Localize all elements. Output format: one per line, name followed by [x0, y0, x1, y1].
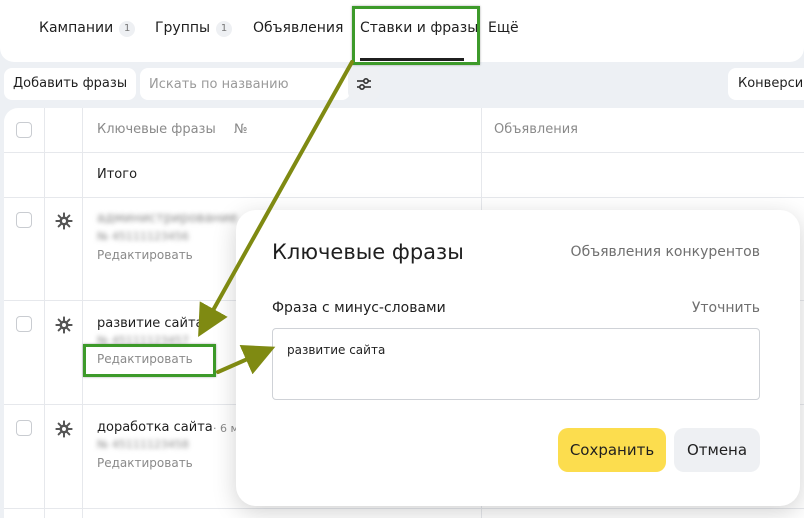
phrase-textarea[interactable]: развитие сайта — [272, 328, 760, 400]
refine-link[interactable]: Уточнить — [692, 300, 760, 316]
row-divider — [4, 152, 804, 153]
column-header-phrases[interactable]: Ключевые фразы — [97, 122, 216, 137]
tab-more[interactable]: Ещё — [488, 20, 519, 36]
save-button[interactable]: Сохранить — [558, 428, 666, 472]
highlight-box-tab — [352, 6, 480, 65]
conversions-button[interactable]: Конверсии — [728, 68, 804, 100]
row-checkbox[interactable] — [16, 212, 32, 228]
column-header-number[interactable]: № — [234, 122, 248, 137]
cancel-button[interactable]: Отмена — [674, 428, 760, 472]
tab-ads[interactable]: Объявления — [253, 20, 343, 36]
tab-count-badge: 1 — [119, 21, 136, 37]
phrase-number: № 45111123458 — [97, 438, 189, 451]
phrase-text: доработка сайта — [97, 420, 213, 435]
row-divider — [4, 508, 804, 509]
phrase-text: развитие сайта — [97, 316, 204, 331]
gear-icon[interactable] — [55, 212, 73, 230]
filter-settings-button[interactable] — [348, 68, 380, 100]
tab-campaigns[interactable]: Кампании 1 — [39, 20, 136, 37]
row-checkbox[interactable] — [16, 316, 32, 332]
tab-label: Объявления — [253, 20, 344, 36]
column-divider — [82, 108, 83, 518]
tab-label: Кампании — [39, 20, 114, 36]
competitors-ads-link[interactable]: Объявления конкурентов — [571, 244, 760, 260]
add-phrases-button[interactable]: Добавить фразы — [4, 68, 137, 100]
phrase-text: администрирование — [97, 211, 238, 226]
gear-icon[interactable] — [55, 420, 73, 438]
dialog-title: Ключевые фразы — [272, 240, 464, 264]
row-divider — [4, 197, 804, 198]
gear-icon[interactable] — [55, 316, 73, 334]
tab-groups[interactable]: Группы 1 — [155, 20, 233, 37]
total-label: Итого — [97, 167, 138, 182]
edit-link[interactable]: Редактировать — [97, 248, 193, 262]
tab-label: Группы — [155, 20, 211, 36]
phrase-extra: · 6 м — [213, 422, 239, 435]
keyword-phrases-dialog: Ключевые фразы Объявления конкурентов Фр… — [236, 210, 800, 506]
column-header-ads[interactable]: Объявления — [494, 122, 578, 137]
sliders-icon — [357, 77, 371, 91]
search-input[interactable] — [140, 68, 350, 100]
tab-label: Ещё — [488, 20, 519, 36]
tab-count-badge: 1 — [216, 21, 233, 37]
phrase-field-label: Фраза с минус-словами — [272, 300, 446, 316]
edit-link[interactable]: Редактировать — [97, 456, 193, 470]
row-checkbox[interactable] — [16, 420, 32, 436]
highlight-box-edit — [83, 344, 216, 377]
column-divider — [44, 108, 45, 518]
select-all-checkbox[interactable] — [16, 122, 32, 138]
phrase-number: № 45111123456 — [97, 230, 189, 243]
